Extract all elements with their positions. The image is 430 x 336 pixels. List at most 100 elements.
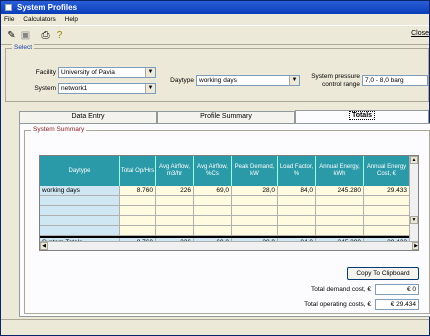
table-cell[interactable]: [40, 206, 120, 216]
table-cell[interactable]: [40, 226, 120, 236]
table-cell[interactable]: 8.760: [120, 186, 156, 196]
pressure-value: 7,0 - 8,0 barg: [365, 77, 404, 84]
col-header-total-ophrs: Total Op/Hrs: [120, 156, 156, 186]
pressure-range-field[interactable]: 7,0 - 8,0 barg: [362, 75, 428, 86]
totals-panel: System Summary Daytype Total Op/Hrs Avg …: [19, 123, 430, 317]
table-cell[interactable]: working days: [40, 186, 120, 196]
table-cell[interactable]: 28,0: [232, 186, 278, 196]
table-cell[interactable]: [316, 196, 364, 206]
total-operating-cost-field: € 29.434: [375, 299, 419, 310]
col-header-avg-airflow-m3hr: Avg Airflow, m3/hr: [156, 156, 194, 186]
table-cell[interactable]: 69,0: [194, 186, 232, 196]
table-cell[interactable]: [364, 206, 410, 216]
table-cell[interactable]: 84,0: [278, 186, 316, 196]
daytype-label: Daytype: [170, 77, 194, 84]
table-cell[interactable]: 226: [156, 186, 194, 196]
tab-totals-label: Totals: [348, 111, 376, 120]
table-cell[interactable]: [364, 226, 410, 236]
table-cell[interactable]: [232, 206, 278, 216]
table-cell[interactable]: [316, 206, 364, 216]
table-cell[interactable]: [156, 206, 194, 216]
facility-value: University of Pavia: [61, 69, 115, 76]
menu-file[interactable]: File: [4, 16, 14, 23]
table-cell[interactable]: 29.433: [364, 186, 410, 196]
chevron-down-icon[interactable]: ▼: [289, 76, 299, 85]
table-cell[interactable]: 245.280: [316, 186, 364, 196]
table-cell[interactable]: [194, 226, 232, 236]
tab-strip: Data Entry Profile Summary Totals: [19, 110, 429, 123]
pressure-label-line2: control range: [322, 81, 360, 88]
tab-profile-summary[interactable]: Profile Summary: [157, 111, 295, 123]
print-icon[interactable]: ⎙: [39, 29, 52, 42]
table-cell[interactable]: [40, 216, 120, 226]
table-cell[interactable]: [156, 226, 194, 236]
scroll-right-icon[interactable]: ▶: [412, 242, 418, 250]
system-value: network1: [61, 85, 88, 92]
table-cell[interactable]: [364, 196, 410, 206]
table-cell[interactable]: [364, 216, 410, 226]
horizontal-scrollbar[interactable]: ◀ ▶: [40, 241, 418, 250]
table-cell[interactable]: [278, 216, 316, 226]
tab-data-entry[interactable]: Data Entry: [19, 111, 157, 123]
table-cell[interactable]: [40, 196, 120, 206]
table-cell[interactable]: [120, 226, 156, 236]
col-header-load-factor: Load Factor, %: [278, 156, 316, 186]
table-cell[interactable]: [316, 216, 364, 226]
total-operating-cost-label: Total operating costs, €: [304, 301, 371, 308]
system-label: System: [34, 85, 56, 92]
table-cell[interactable]: [156, 216, 194, 226]
col-header-avg-airflow-pct: Avg Airflow, %Cs: [194, 156, 232, 186]
facility-label: Facility: [35, 69, 56, 76]
table-cell[interactable]: [232, 216, 278, 226]
col-header-peak-demand: Peak Demand, kW: [232, 156, 278, 186]
menu-help[interactable]: Help: [65, 16, 78, 23]
chevron-down-icon[interactable]: ▼: [145, 84, 155, 93]
table-cell[interactable]: [120, 216, 156, 226]
table-cell[interactable]: [194, 196, 232, 206]
table-cell[interactable]: [156, 196, 194, 206]
total-demand-cost-label: Total demand cost, €: [311, 286, 371, 293]
system-summary-group: System Summary Daytype Total Op/Hrs Avg …: [24, 126, 430, 314]
col-header-daytype: Daytype: [40, 156, 120, 186]
table-cell[interactable]: [194, 216, 232, 226]
daytype-value: working days: [199, 77, 237, 84]
col-header-annual-energy: Annual Energy, kWh: [316, 156, 364, 186]
edit-pencil-icon[interactable]: ✎: [5, 29, 18, 42]
title-bar: System Profiles: [1, 1, 429, 14]
tab-data-entry-label: Data Entry: [71, 113, 105, 120]
col-header-annual-energy-cost: Annual Energy Cost, €: [364, 156, 410, 186]
total-demand-cost-field: € 0: [375, 284, 419, 295]
table-cell[interactable]: [316, 226, 364, 236]
table-cell[interactable]: [278, 206, 316, 216]
scroll-up-icon[interactable]: ▲: [410, 156, 418, 164]
summary-table[interactable]: Daytype Total Op/Hrs Avg Airflow, m3/hr …: [39, 155, 419, 251]
help-icon[interactable]: ?: [53, 29, 66, 42]
window-title: System Profiles: [17, 3, 78, 12]
tab-totals[interactable]: Totals: [295, 110, 429, 123]
select-group-label: Select: [12, 44, 35, 51]
scroll-down-icon[interactable]: ▼: [410, 216, 418, 224]
copy-to-clipboard-button[interactable]: Copy To Clipboard: [347, 267, 419, 280]
menu-calculators[interactable]: Calculators: [23, 16, 56, 23]
save-icon[interactable]: ▣: [19, 29, 32, 42]
system-select[interactable]: network1 ▼: [58, 83, 156, 94]
app-icon: [5, 4, 12, 11]
close-button[interactable]: Close: [411, 30, 429, 37]
table-cell[interactable]: [232, 196, 278, 206]
chevron-down-icon[interactable]: ▼: [145, 68, 155, 77]
table-cell[interactable]: [232, 226, 278, 236]
system-summary-label: System Summary: [31, 126, 87, 133]
daytype-select[interactable]: working days ▼: [196, 75, 300, 86]
table-cell[interactable]: [278, 226, 316, 236]
table-cell[interactable]: [120, 196, 156, 206]
app-window: System Profiles File Calculators Help ✎ …: [0, 0, 430, 336]
table-cell[interactable]: [278, 196, 316, 206]
table-cell[interactable]: [120, 206, 156, 216]
table-cell[interactable]: [194, 206, 232, 216]
facility-select[interactable]: University of Pavia ▼: [58, 67, 156, 78]
pressure-label-line1: System pressure: [311, 73, 360, 80]
vertical-scrollbar[interactable]: ▲ ▼: [409, 156, 418, 242]
menu-bar: File Calculators Help: [1, 14, 429, 25]
status-bar: [1, 319, 429, 335]
scroll-left-icon[interactable]: ◀: [40, 242, 48, 250]
